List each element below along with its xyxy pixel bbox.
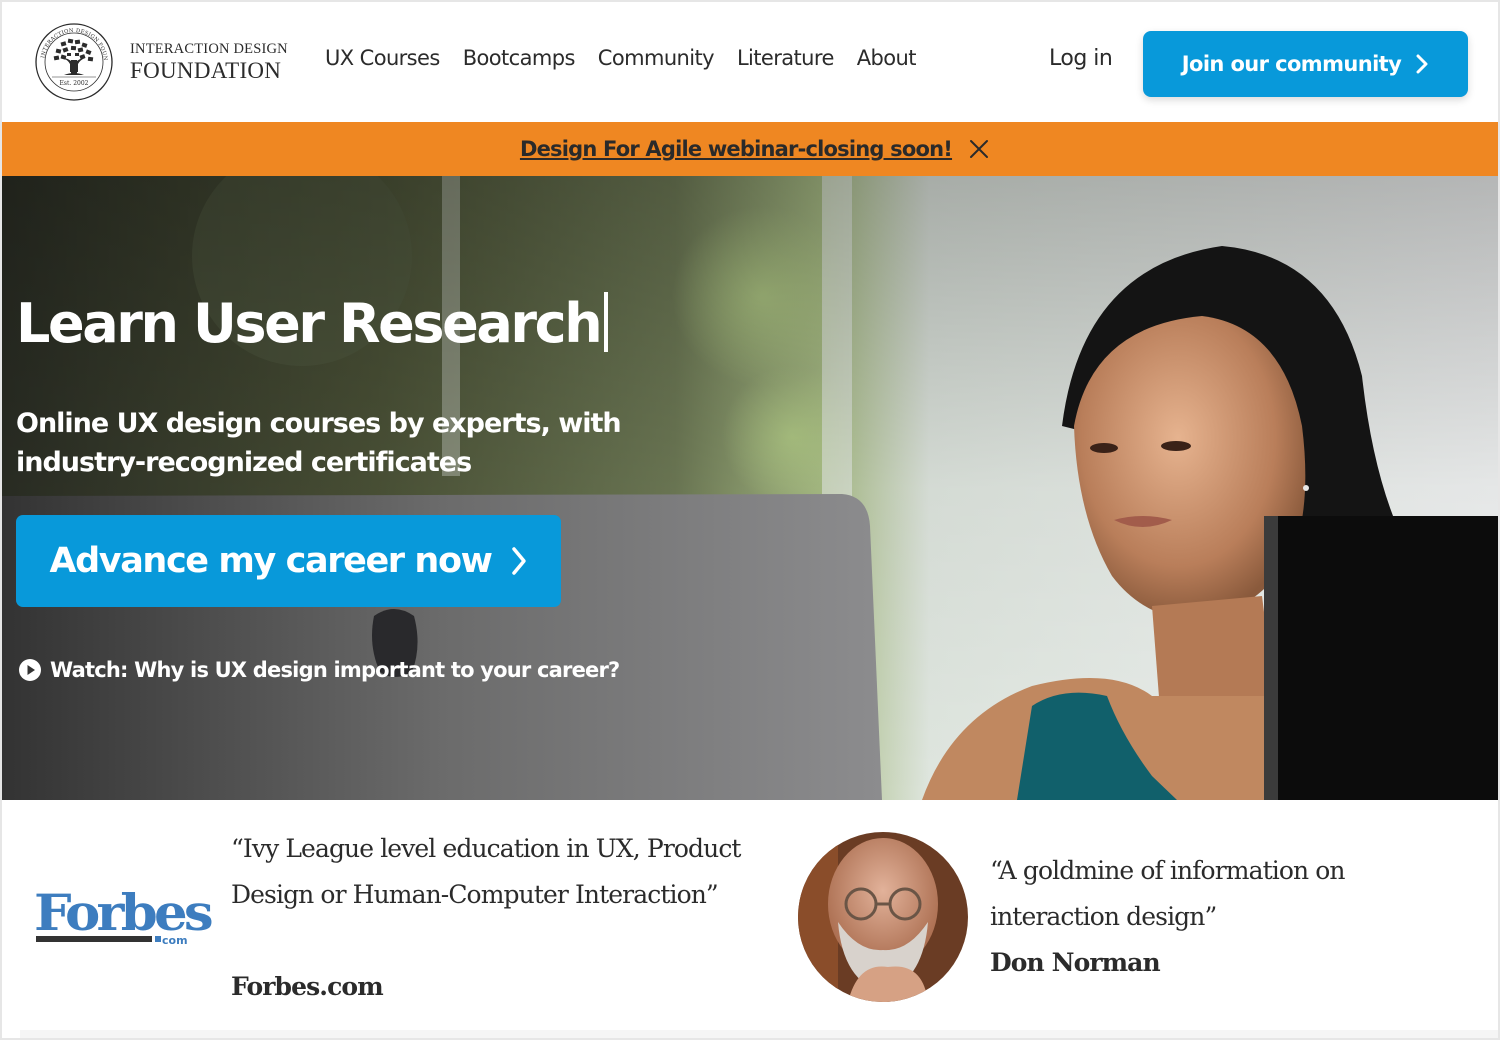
svg-text:Est. 2002: Est. 2002 [60,80,89,87]
chevron-right-icon [511,547,526,575]
login-link[interactable]: Log in [1049,46,1113,71]
hero-section: Learn User Research Online UX design cou… [2,176,1498,800]
webinar-banner-link[interactable]: Design For Agile webinar-closing soon! [520,137,953,161]
logo-wordmark: INTERACTION DESIGN FOUNDATION [130,42,288,82]
play-circle-icon [19,659,41,681]
hero-title-text: Learn User Research [16,292,603,355]
page: INTERACTION DESIGN FOUNDATION [2,2,1498,1038]
testimonial-author-norman: Don Norman [990,948,1161,977]
main-nav: UX Courses Bootcamps Community Literatur… [325,46,939,70]
forbes-logo: Forbes com [34,886,212,947]
announcement-banner: Design For Agile webinar-closing soon! [2,122,1498,176]
don-norman-avatar [798,832,968,1002]
hero-subtitle: Online UX design courses by experts, wit… [16,408,622,478]
watch-video-label: Watch: Why is UX design important to you… [50,658,620,682]
nav-literature[interactable]: Literature [737,46,834,70]
join-community-button[interactable]: Join our community [1143,31,1468,97]
nav-community[interactable]: Community [598,46,715,70]
testimonials-section: Forbes com “Ivy League level education i… [2,800,1498,1038]
nav-about[interactable]: About [857,46,917,70]
join-community-label: Join our community [1181,52,1402,76]
logo-line-1: INTERACTION DESIGN [130,41,288,58]
logo[interactable]: INTERACTION DESIGN FOUNDATION [34,22,288,102]
typing-caret [604,292,609,352]
site-header: INTERACTION DESIGN FOUNDATION [2,2,1498,122]
advance-career-button[interactable]: Advance my career now [16,515,561,607]
testimonial-quote-norman: “A goldmine of information on interactio… [990,856,1345,931]
close-icon[interactable] [968,138,990,160]
section-divider [20,1030,1498,1038]
advance-career-label: Advance my career now [49,541,492,581]
hero-title: Learn User Research [16,292,609,355]
logo-line-2: FOUNDATION [130,57,282,83]
watch-video-link[interactable]: Watch: Why is UX design important to you… [18,658,620,682]
nav-bootcamps[interactable]: Bootcamps [463,46,576,70]
nav-ux-courses[interactable]: UX Courses [325,46,440,70]
tree-emblem-icon: INTERACTION DESIGN FOUNDATION [34,22,113,101]
testimonial-quote-forbes: “Ivy League level education in UX, Produ… [231,834,741,909]
testimonial-author-forbes: Forbes.com [231,972,384,1001]
svg-text:com: com [162,934,188,947]
hero-background-photo [2,176,1498,800]
chevron-right-icon [1416,54,1428,74]
